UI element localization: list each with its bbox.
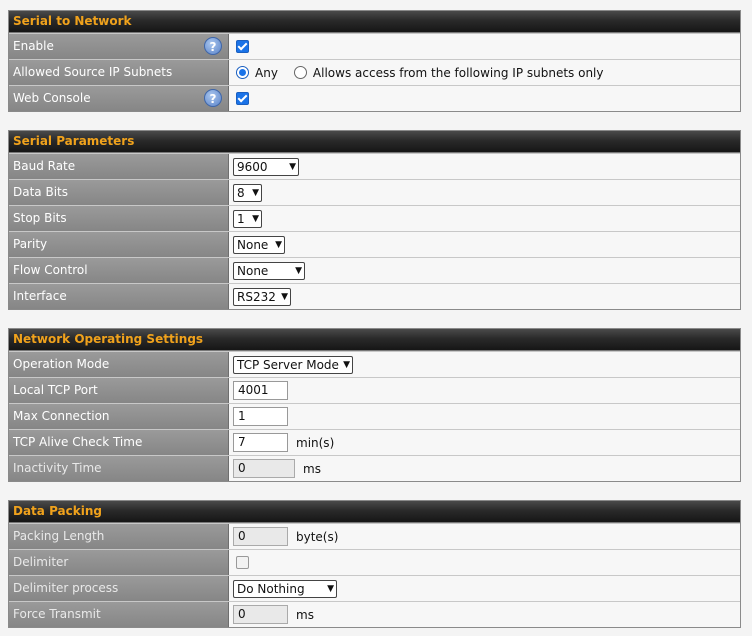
force-transmit-label: Force Transmit — [9, 602, 229, 627]
any-radio[interactable] — [236, 66, 249, 79]
web-console-checkbox[interactable] — [236, 92, 249, 105]
local-tcp-port-label: Local TCP Port — [9, 378, 229, 403]
parity-select[interactable]: None ▼ — [233, 235, 285, 254]
local-tcp-port-row: Local TCP Port 4001 — [9, 377, 740, 403]
web-console-label: Web Console — [13, 91, 91, 105]
section-header: Serial to Network — [9, 11, 740, 33]
any-radio-label[interactable]: Any — [255, 66, 278, 80]
operation-mode-select[interactable]: TCP Server Mode ▼ — [233, 355, 353, 374]
tcp-alive-check-label: TCP Alive Check Time — [9, 430, 229, 455]
force-transmit-input[interactable]: 0 — [233, 605, 288, 624]
baud-rate-label: Baud Rate — [9, 154, 229, 179]
chevron-down-icon: ▼ — [295, 265, 302, 276]
specific-subnets-label[interactable]: Allows access from the following IP subn… — [313, 66, 604, 80]
specific-subnets-radio[interactable] — [293, 66, 307, 79]
enable-label: Enable — [13, 39, 54, 53]
inactivity-unit-label: ms — [303, 461, 321, 476]
delimiter-process-select[interactable]: Do Nothing ▼ — [233, 579, 337, 598]
delimiter-process-label: Delimiter process — [9, 576, 229, 601]
force-transmit-unit-label: ms — [296, 607, 314, 622]
baud-rate-select[interactable]: 9600 ▼ — [233, 157, 299, 176]
chevron-down-icon: ▼ — [252, 213, 259, 224]
network-operating-settings-section: Network Operating Settings Operation Mod… — [8, 328, 741, 482]
delimiter-checkbox[interactable] — [236, 556, 249, 569]
force-transmit-row: Force Transmit 0 ms — [9, 601, 740, 627]
data-bits-row: Data Bits 8 ▼ — [9, 179, 740, 205]
stop-bits-select[interactable]: 1 ▼ — [233, 209, 262, 228]
parity-row: Parity None ▼ — [9, 231, 740, 257]
allowed-subnets-row: Allowed Source IP Subnets Any Allows acc… — [9, 59, 740, 85]
tcp-alive-check-input[interactable]: 7 — [233, 433, 288, 452]
enable-checkbox[interactable] — [236, 40, 249, 53]
stop-bits-row: Stop Bits 1 ▼ — [9, 205, 740, 231]
interface-row: Interface RS232 ▼ — [9, 283, 740, 309]
packing-length-label: Packing Length — [9, 524, 229, 549]
max-connection-label: Max Connection — [9, 404, 229, 429]
delimiter-process-row: Delimiter process Do Nothing ▼ — [9, 575, 740, 601]
chevron-down-icon: ▼ — [327, 583, 334, 594]
max-connection-row: Max Connection 1 — [9, 403, 740, 429]
chevron-down-icon: ▼ — [289, 161, 296, 172]
delimiter-label: Delimiter — [9, 550, 229, 575]
serial-parameters-section: Serial Parameters Baud Rate 9600 ▼ Data B… — [8, 130, 741, 310]
chevron-down-icon: ▼ — [281, 291, 288, 302]
interface-select[interactable]: RS232 ▼ — [233, 287, 291, 306]
inactivity-time-row: Inactivity Time 0 ms — [9, 455, 740, 481]
data-bits-label: Data Bits — [9, 180, 229, 205]
section-header: Network Operating Settings — [9, 329, 740, 351]
stop-bits-label: Stop Bits — [9, 206, 229, 231]
inactivity-time-label: Inactivity Time — [9, 456, 229, 481]
flow-control-row: Flow Control None ▼ — [9, 257, 740, 283]
data-bits-select[interactable]: 8 ▼ — [233, 183, 262, 202]
delimiter-row: Delimiter — [9, 549, 740, 575]
web-console-row: Web Console ? — [9, 85, 740, 111]
operation-mode-row: Operation Mode TCP Server Mode ▼ — [9, 351, 740, 377]
allowed-subnets-label: Allowed Source IP Subnets — [13, 65, 173, 79]
max-connection-input[interactable]: 1 — [233, 407, 288, 426]
operation-mode-label: Operation Mode — [9, 352, 229, 377]
interface-label: Interface — [9, 284, 229, 309]
section-header: Serial Parameters — [9, 131, 740, 153]
serial-to-network-section: Serial to Network Enable ? Allowed Sourc… — [8, 10, 741, 112]
flow-control-label: Flow Control — [9, 258, 229, 283]
help-icon[interactable]: ? — [204, 89, 222, 107]
baud-rate-row: Baud Rate 9600 ▼ — [9, 153, 740, 179]
packing-length-unit-label: byte(s) — [296, 529, 339, 544]
packing-length-input[interactable]: 0 — [233, 527, 288, 546]
tcp-alive-check-row: TCP Alive Check Time 7 min(s) — [9, 429, 740, 455]
flow-control-select[interactable]: None ▼ — [233, 261, 305, 280]
alive-unit-label: min(s) — [296, 435, 335, 450]
section-header: Data Packing — [9, 501, 740, 523]
chevron-down-icon: ▼ — [252, 187, 259, 198]
chevron-down-icon: ▼ — [275, 239, 282, 250]
enable-row: Enable ? — [9, 33, 740, 59]
local-tcp-port-input[interactable]: 4001 — [233, 381, 288, 400]
data-packing-section: Data Packing Packing Length 0 byte(s) De… — [8, 500, 741, 628]
packing-length-row: Packing Length 0 byte(s) — [9, 523, 740, 549]
inactivity-time-input[interactable]: 0 — [233, 459, 295, 478]
chevron-down-icon: ▼ — [343, 359, 350, 370]
help-icon[interactable]: ? — [204, 37, 222, 55]
parity-label: Parity — [9, 232, 229, 257]
